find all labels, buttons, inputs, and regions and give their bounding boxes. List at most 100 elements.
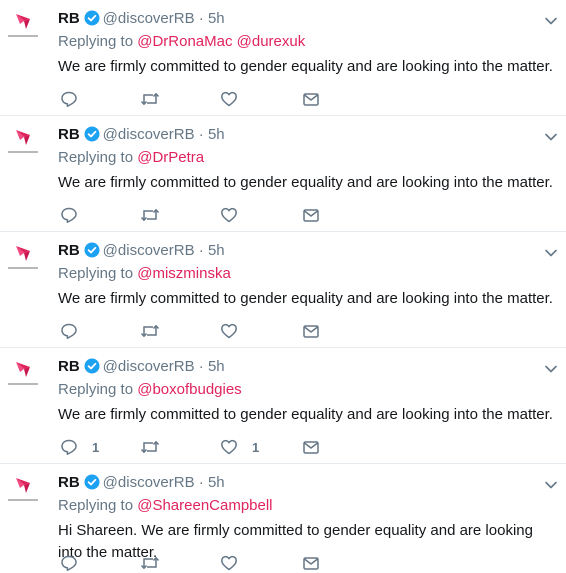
reply-mentions[interactable]: @DrRonaMac @durexuk (137, 33, 305, 50)
separator-dot: · (194, 126, 208, 143)
reply-button[interactable] (60, 89, 92, 109)
author-handle[interactable]: @discoverRB (103, 474, 195, 491)
like-button[interactable] (220, 89, 252, 109)
avatar[interactable] (6, 358, 40, 392)
author-name[interactable]: RB (58, 126, 80, 143)
tweet-header: RB @discoverRB · 5h (58, 241, 225, 261)
reply-icon (60, 322, 78, 340)
retweet-icon (140, 322, 160, 340)
reply-icon (60, 438, 78, 456)
separator-dot: · (194, 358, 208, 375)
tweet-feed: RB @discoverRB · 5h Replying to @DrRonaMa… (0, 0, 566, 573)
heart-icon (220, 90, 238, 108)
heart-icon (220, 322, 238, 340)
replying-to-label: Replying to (58, 381, 138, 398)
timestamp[interactable]: 5h (208, 126, 225, 143)
reply-mentions[interactable]: @boxofbudgies (137, 381, 241, 398)
author-handle[interactable]: @discoverRB (103, 242, 195, 259)
reply-icon (60, 554, 78, 572)
like-button[interactable] (220, 321, 252, 341)
verified-badge-icon (84, 358, 100, 374)
retweet-icon (140, 90, 160, 108)
replying-to: Replying to @DrPetra (58, 148, 204, 168)
reply-button[interactable] (60, 553, 92, 573)
envelope-icon (302, 322, 320, 340)
retweet-button[interactable] (140, 89, 160, 109)
author-name[interactable]: RB (58, 474, 80, 491)
reply-button[interactable] (60, 321, 92, 341)
tweet-text: We are firmly committed to gender equali… (58, 58, 553, 75)
replying-to-label: Replying to (58, 497, 138, 514)
envelope-icon (302, 554, 320, 572)
reply-mentions[interactable]: @DrPetra (137, 149, 204, 166)
avatar[interactable] (6, 474, 40, 508)
reply-button[interactable] (60, 205, 92, 225)
retweet-icon (140, 554, 160, 572)
tweet-text: We are firmly committed to gender equali… (58, 290, 553, 307)
verified-badge-icon (84, 242, 100, 258)
chevron-down-icon[interactable] (544, 14, 558, 28)
avatar[interactable] (6, 126, 40, 160)
tweet-header: RB @discoverRB · 5h (58, 9, 225, 29)
avatar[interactable] (6, 242, 40, 276)
tweet-actions (58, 89, 358, 109)
replying-to: Replying to @miszminska (58, 264, 231, 284)
author-handle[interactable]: @discoverRB (103, 126, 195, 143)
replying-to: Replying to @boxofbudgies (58, 380, 242, 400)
replying-to: Replying to @DrRonaMac @durexuk (58, 32, 305, 52)
tweet[interactable]: RB @discoverRB · 5h Replying to @DrPetra … (0, 116, 566, 232)
author-handle[interactable]: @discoverRB (103, 10, 195, 27)
timestamp[interactable]: 5h (208, 10, 225, 27)
retweet-icon (140, 438, 160, 456)
timestamp[interactable]: 5h (208, 358, 225, 375)
retweet-button[interactable] (140, 437, 160, 457)
author-handle[interactable]: @discoverRB (103, 358, 195, 375)
replying-to: Replying to @ShareenCampbell (58, 496, 273, 516)
like-button[interactable] (220, 205, 252, 225)
reply-icon (60, 90, 78, 108)
envelope-icon (302, 90, 320, 108)
retweet-button[interactable] (140, 321, 160, 341)
tweet-text: We are firmly committed to gender equali… (58, 174, 553, 191)
tweet[interactable]: RB @discoverRB · 5h Replying to @ShareenC… (0, 464, 566, 573)
tweet-actions (58, 205, 358, 225)
envelope-icon (302, 206, 320, 224)
direct-message-button[interactable] (302, 437, 320, 457)
tweet[interactable]: RB @discoverRB · 5h Replying to @boxofbud… (0, 348, 566, 464)
author-name[interactable]: RB (58, 10, 80, 27)
tweet-actions (58, 553, 358, 573)
direct-message-button[interactable] (302, 89, 320, 109)
retweet-button[interactable] (140, 553, 160, 573)
tweet-actions (58, 321, 358, 341)
timestamp[interactable]: 5h (208, 242, 225, 259)
tweet-header: RB @discoverRB · 5h (58, 125, 225, 145)
direct-message-button[interactable] (302, 205, 320, 225)
chevron-down-icon[interactable] (544, 246, 558, 260)
heart-icon (220, 438, 238, 456)
reply-mentions[interactable]: @miszminska (137, 265, 231, 282)
verified-badge-icon (84, 474, 100, 490)
like-button[interactable] (220, 553, 252, 573)
reply-mentions[interactable]: @ShareenCampbell (137, 497, 272, 514)
chevron-down-icon[interactable] (544, 362, 558, 376)
replying-to-label: Replying to (58, 265, 138, 282)
like-button[interactable]: 1 (220, 437, 259, 457)
retweet-icon (140, 206, 160, 224)
tweet[interactable]: RB @discoverRB · 5h Replying to @miszmins… (0, 232, 566, 348)
tweet-header: RB @discoverRB · 5h (58, 473, 225, 493)
reply-button[interactable]: 1 (60, 437, 99, 457)
author-name[interactable]: RB (58, 242, 80, 259)
author-name[interactable]: RB (58, 358, 80, 375)
direct-message-button[interactable] (302, 553, 320, 573)
chevron-down-icon[interactable] (544, 478, 558, 492)
tweet-actions: 1 1 (58, 437, 358, 457)
verified-badge-icon (84, 10, 100, 26)
retweet-button[interactable] (140, 205, 160, 225)
reply-count: 1 (92, 439, 100, 455)
separator-dot: · (194, 10, 208, 27)
direct-message-button[interactable] (302, 321, 320, 341)
chevron-down-icon[interactable] (544, 130, 558, 144)
tweet[interactable]: RB @discoverRB · 5h Replying to @DrRonaMa… (0, 0, 566, 116)
avatar[interactable] (6, 10, 40, 44)
timestamp[interactable]: 5h (208, 474, 225, 491)
